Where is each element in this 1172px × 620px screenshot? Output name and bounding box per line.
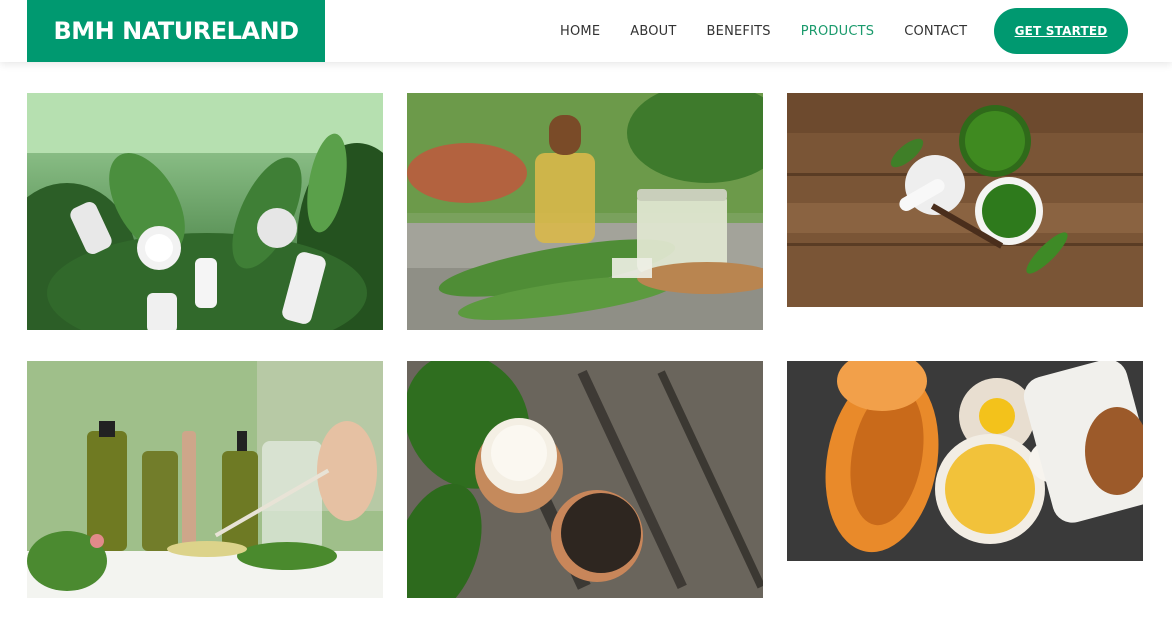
gallery-item-herbal-paste[interactable] bbox=[787, 93, 1143, 307]
logo-text: BMH NATURELAND bbox=[53, 17, 299, 45]
nav-benefits[interactable]: BENEFITS bbox=[707, 24, 771, 39]
gallery-image bbox=[787, 361, 1143, 561]
main-nav: HOME ABOUT BENEFITS PRODUCTS CONTACT bbox=[560, 0, 997, 62]
get-started-label: GET STARTED bbox=[1014, 24, 1108, 38]
gallery-image bbox=[407, 361, 763, 598]
nav-about[interactable]: ABOUT bbox=[630, 24, 676, 39]
nav-home[interactable]: HOME bbox=[560, 24, 600, 39]
site-header: BMH NATURELAND HOME ABOUT BENEFITS PRODU… bbox=[0, 0, 1172, 62]
gallery-image bbox=[407, 93, 763, 330]
nav-products[interactable]: PRODUCTS bbox=[801, 24, 875, 39]
gallery-item-lab-glassware[interactable] bbox=[27, 361, 383, 598]
gallery-item-aloe-oil[interactable] bbox=[407, 93, 763, 330]
site-logo[interactable]: BMH NATURELAND bbox=[27, 0, 325, 62]
gallery-image bbox=[27, 93, 383, 330]
get-started-button[interactable]: GET STARTED bbox=[994, 8, 1128, 54]
nav-contact[interactable]: CONTACT bbox=[904, 24, 967, 39]
gallery-item-leaves-bottles[interactable] bbox=[27, 93, 383, 330]
gallery-image bbox=[787, 93, 1143, 307]
gallery-item-cream-jars[interactable] bbox=[407, 361, 763, 598]
gallery-image bbox=[27, 361, 383, 598]
gallery-item-papaya-mask[interactable] bbox=[787, 361, 1143, 561]
